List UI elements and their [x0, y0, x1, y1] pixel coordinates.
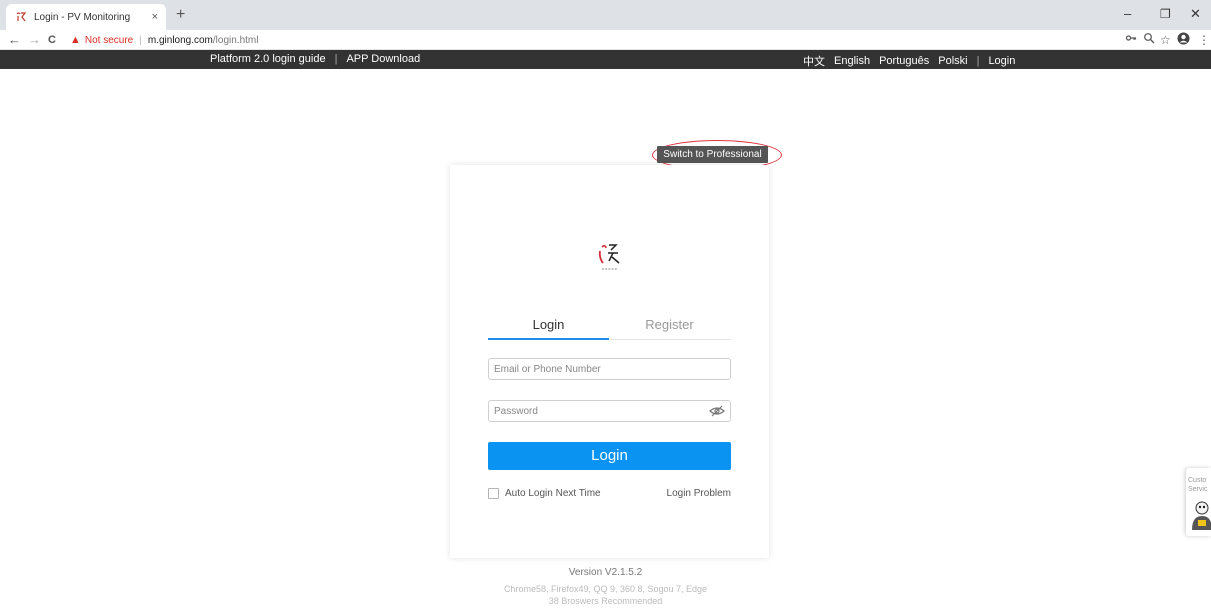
browser-tab-bar: Login - PV Monitoring × + – ❐ ✕	[0, 0, 1211, 30]
browser-tab-title: Login - PV Monitoring	[34, 11, 131, 23]
brand-logo-icon	[598, 244, 620, 270]
restore-window-button[interactable]: ❐	[1160, 6, 1171, 22]
url-field[interactable]: ▲ Not secure | m.ginlong.com/login.html	[70, 32, 1110, 48]
email-field[interactable]	[488, 358, 731, 380]
customer-service-label: Custo Servic	[1188, 477, 1208, 493]
app-download-link[interactable]: APP Download	[346, 53, 420, 65]
service-avatar-icon	[1192, 501, 1211, 530]
browser-tab[interactable]: Login - PV Monitoring ×	[6, 4, 166, 30]
auto-login-option[interactable]: Auto Login Next Time	[488, 488, 601, 499]
auto-login-label: Auto Login Next Time	[505, 488, 601, 499]
key-icon[interactable]	[1125, 32, 1137, 48]
lang-english-link[interactable]: English	[834, 55, 870, 67]
login-button[interactable]: Login	[488, 442, 731, 470]
customer-service-widget[interactable]: Custo Servic	[1186, 468, 1211, 536]
new-tab-button[interactable]: +	[176, 7, 185, 23]
site-favicon-icon	[14, 10, 28, 24]
auto-login-checkbox[interactable]	[488, 488, 499, 499]
bookmark-star-icon[interactable]: ☆	[1160, 32, 1171, 48]
browser-list: Chrome58, Firefox49, QQ 9, 360 8, Sogou …	[503, 584, 708, 594]
warning-icon: ▲	[70, 34, 81, 46]
nav-separator: |	[334, 53, 338, 65]
nav-login-link[interactable]: Login	[988, 55, 1015, 67]
tab-register[interactable]: Register	[609, 317, 730, 332]
active-tab-indicator	[488, 338, 609, 340]
site-top-nav: Platform 2.0 login guide | APP Download …	[0, 50, 1211, 69]
close-window-button[interactable]: ✕	[1190, 6, 1201, 22]
password-field[interactable]	[488, 400, 731, 422]
site-nav-left: Platform 2.0 login guide | APP Download	[210, 53, 420, 65]
login-problem-link[interactable]: Login Problem	[667, 488, 731, 499]
browser-address-bar: ← → C ▲ Not secure | m.ginlong.com/login…	[0, 30, 1211, 50]
browser-recommendation: Chrome58, Firefox49, QQ 9, 360 8, Sogou …	[0, 583, 1211, 607]
auth-tabs: Login Register	[488, 313, 731, 340]
browser-note: 38 Broswers Recommended	[548, 596, 663, 606]
lang-portuguese-link[interactable]: Português	[879, 55, 929, 67]
login-card: Login Register Login Auto Login Next Tim…	[450, 165, 769, 558]
lang-chinese-link[interactable]: 中文	[803, 53, 825, 69]
close-tab-icon[interactable]: ×	[152, 11, 158, 23]
url-path: /login.html	[212, 34, 259, 46]
minimize-window-button[interactable]: –	[1124, 6, 1131, 22]
tab-login[interactable]: Login	[488, 317, 609, 332]
version-text: Version V2.1.5.2	[568, 567, 643, 578]
profile-icon[interactable]	[1177, 32, 1190, 49]
site-nav-right: 中文 English Português Polski | Login	[803, 53, 1015, 69]
reload-button[interactable]: C	[48, 32, 56, 48]
browser-menu-icon[interactable]: ⋮	[1198, 32, 1210, 48]
omnibox-separator: |	[139, 34, 142, 46]
hide-password-icon[interactable]	[708, 402, 726, 420]
lang-polish-link[interactable]: Polski	[938, 55, 967, 67]
not-secure-label[interactable]: Not secure	[85, 35, 133, 46]
forward-button[interactable]: →	[28, 32, 41, 48]
url-text: m.ginlong.com/login.html	[148, 35, 259, 46]
zoom-icon[interactable]	[1143, 32, 1155, 48]
back-button[interactable]: ←	[8, 32, 21, 48]
login-guide-link[interactable]: Platform 2.0 login guide	[210, 53, 326, 65]
nav-separator: |	[976, 55, 980, 67]
switch-professional-button[interactable]: Switch to Professional	[657, 146, 768, 163]
url-host: m.ginlong.com	[147, 34, 213, 46]
